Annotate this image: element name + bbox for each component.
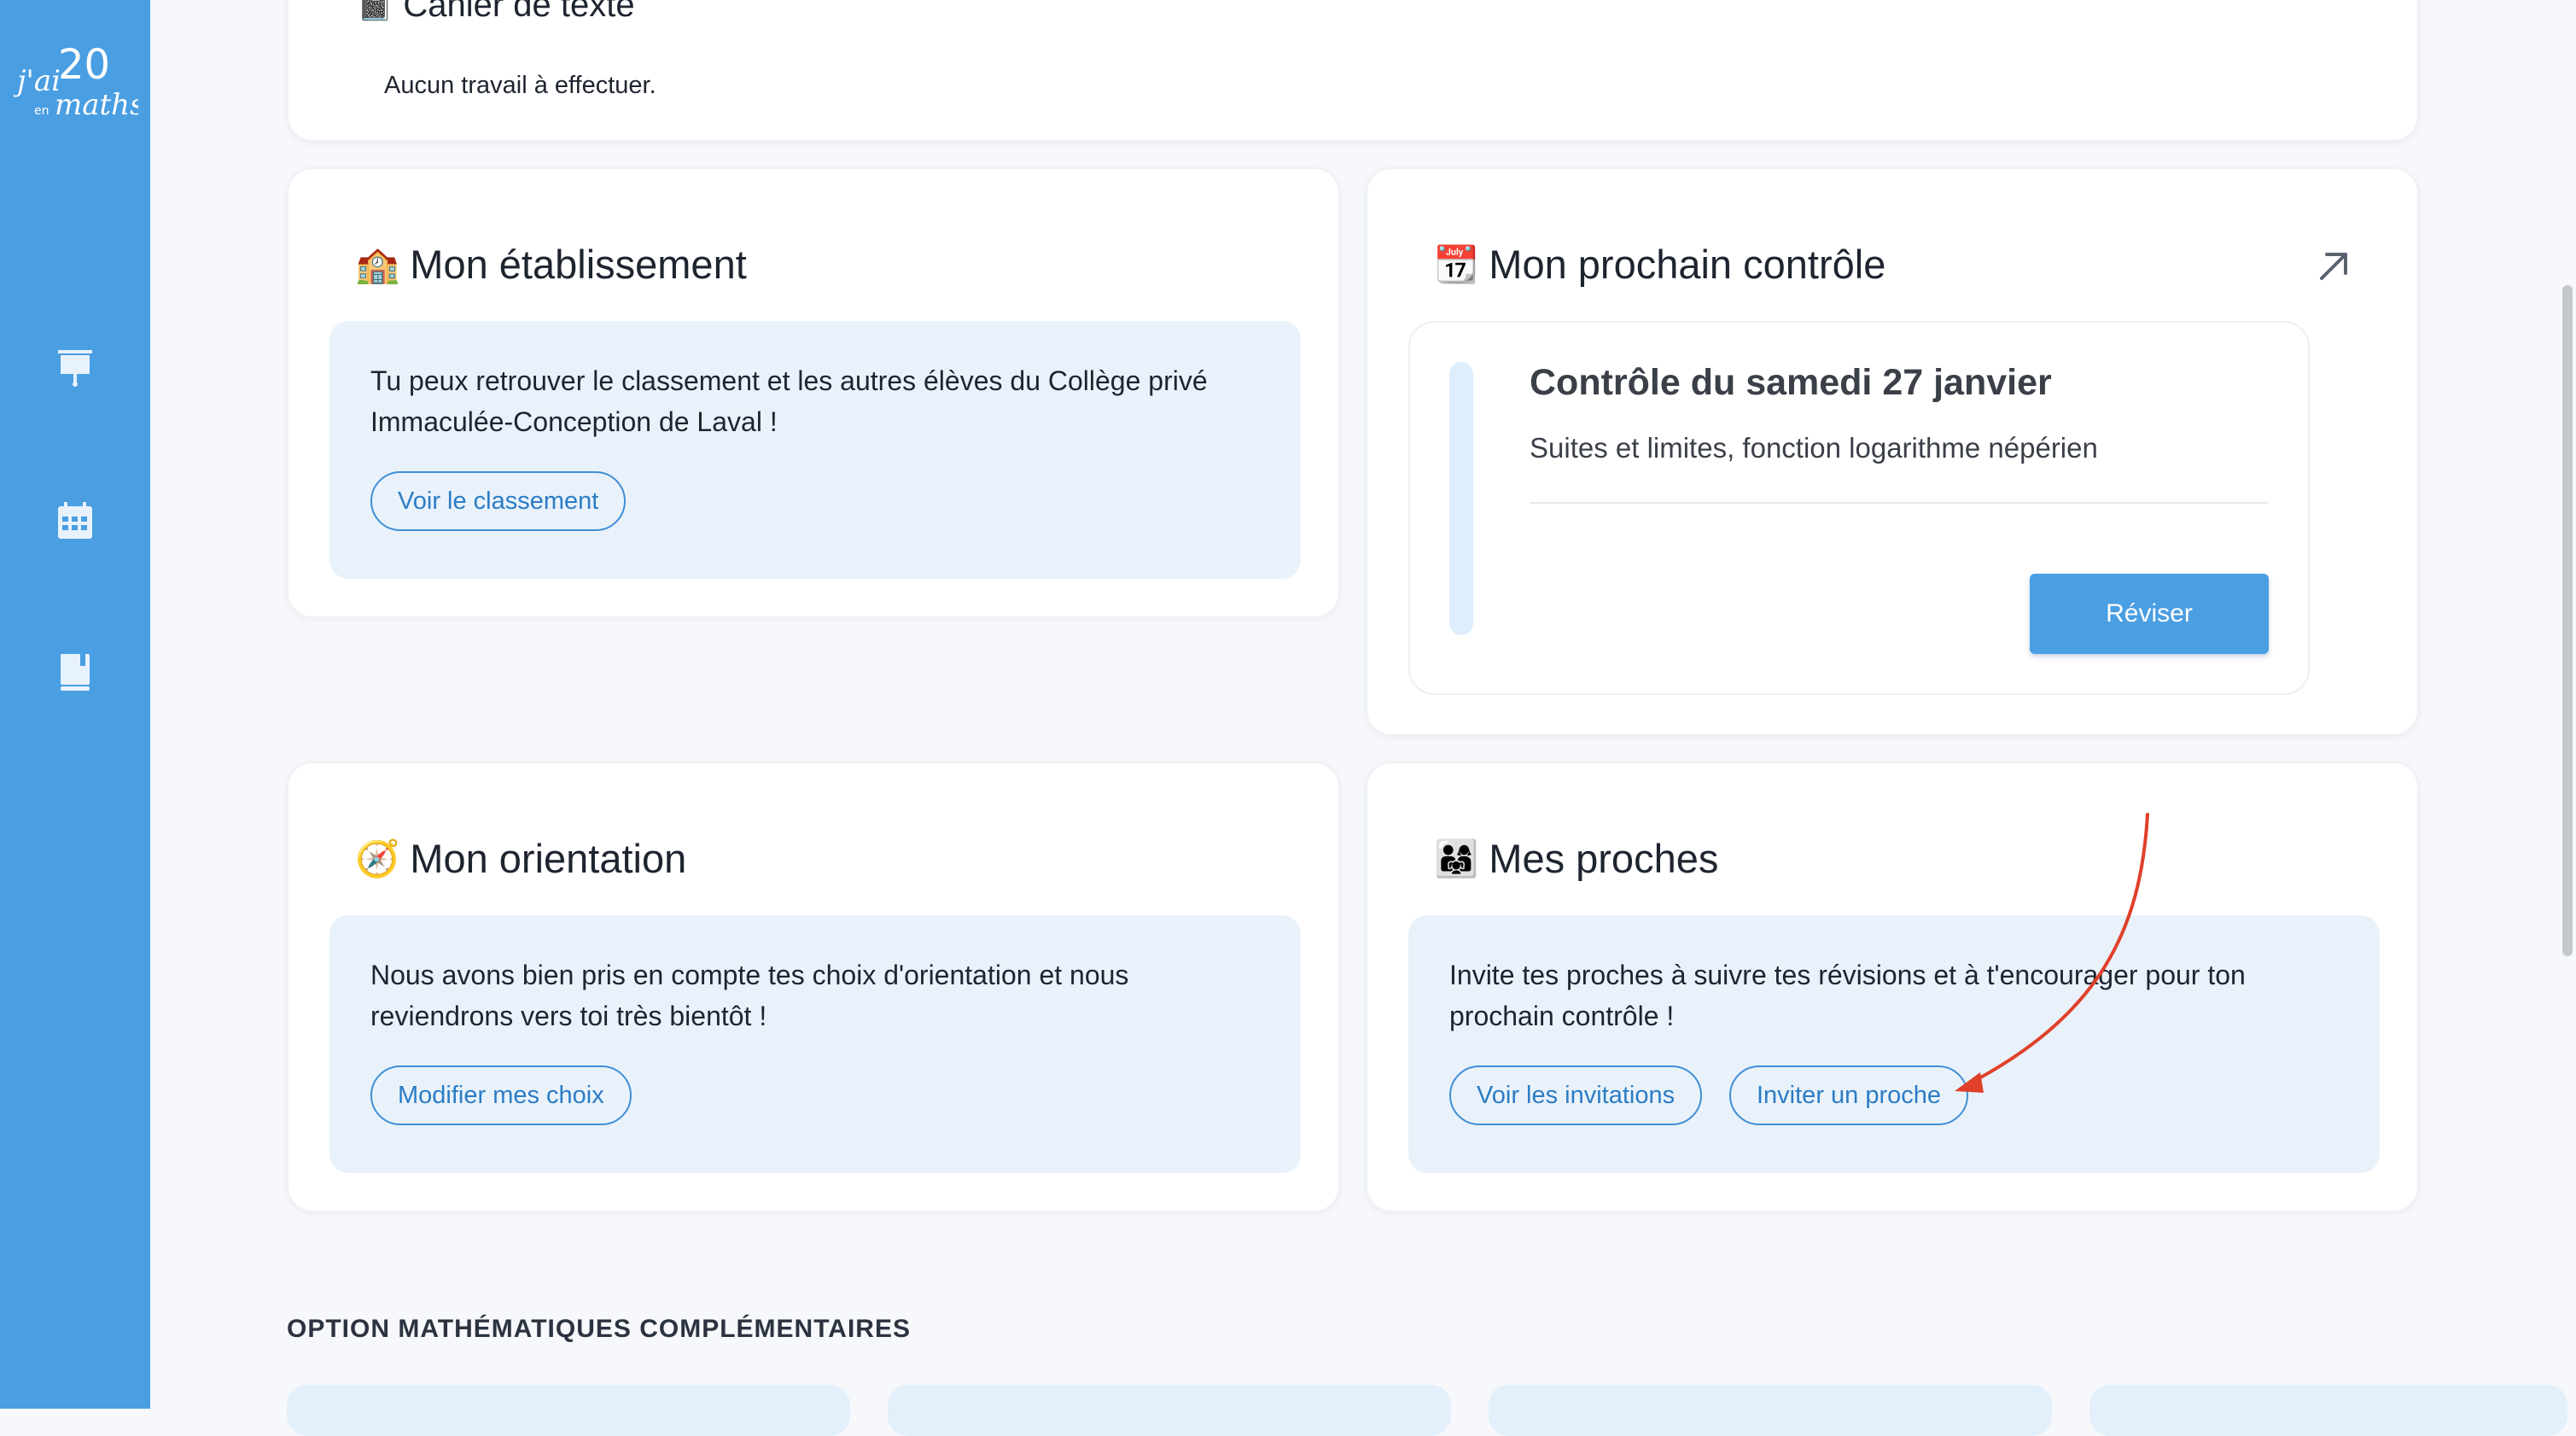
cahier-title-text: Cahier de texte — [403, 0, 635, 24]
orientation-card: 🧭 Mon orientation Nous avons bien pris e… — [287, 762, 1340, 1212]
book-icon[interactable] — [53, 649, 97, 693]
proches-card: 👨‍👩‍👧 Mes proches Invite tes proches à s… — [1366, 762, 2419, 1212]
calendar-emoji-icon: 📆 — [1434, 243, 1479, 284]
modifier-choix-button[interactable]: Modifier mes choix — [370, 1065, 632, 1125]
svg-text:j'ai: j'ai — [14, 64, 61, 98]
etablissement-panel: Tu peux retrouver le classement et les a… — [329, 321, 1301, 579]
svg-text:maths: maths — [55, 88, 138, 122]
cahier-de-texte-card: 📓 Cahier de texte Aucun travail à effect… — [287, 0, 2419, 142]
voir-classement-button[interactable]: Voir le classement — [370, 471, 627, 531]
orientation-title: 🧭 Mon orientation — [355, 835, 686, 882]
notebook-icon: 📓 — [357, 0, 393, 22]
cahier-message: Aucun travail à effectuer. — [384, 72, 656, 99]
app-logo[interactable]: j'ai 20 en maths — [11, 39, 145, 125]
orientation-text: Nous avons bien pris en compte tes choix… — [370, 960, 1129, 1031]
inviter-proche-button[interactable]: Inviter un proche — [1729, 1065, 1969, 1125]
svg-text:en: en — [34, 104, 50, 118]
orientation-panel: Nous avons bien pris en compte tes choix… — [329, 915, 1301, 1173]
annotation-arrow — [1955, 813, 2149, 1093]
calendar-icon[interactable] — [53, 499, 97, 543]
proches-panel: Invite tes proches à suivre tes révision… — [1408, 915, 2380, 1173]
controle-subtitle: Suites et limites, fonction logarithme n… — [1530, 432, 2098, 464]
reviser-button[interactable]: Réviser — [2030, 574, 2269, 654]
presentation-board-icon[interactable] — [53, 345, 97, 389]
prochain-controle-card: 📆 Mon prochain contrôle Contrôle du same… — [1366, 167, 2419, 736]
family-icon: 👨‍👩‍👧 — [1434, 838, 1479, 879]
proches-title-text: Mes proches — [1489, 836, 1719, 881]
sidebar: j'ai 20 en maths — [0, 0, 150, 1409]
controle-title: 📆 Mon prochain contrôle — [1434, 241, 1885, 288]
etablissement-title: 🏫 Mon établissement — [355, 241, 747, 288]
proches-title: 👨‍👩‍👧 Mes proches — [1434, 835, 1718, 882]
arrow-up-right-icon[interactable] — [2315, 248, 2352, 285]
svg-text:20: 20 — [58, 41, 110, 89]
school-icon: 🏫 — [355, 243, 400, 284]
compass-icon: 🧭 — [355, 838, 400, 879]
option-card-1[interactable] — [287, 1385, 850, 1436]
voir-invitations-button[interactable]: Voir les invitations — [1449, 1065, 1703, 1125]
controle-heading: Contrôle du samedi 27 janvier — [1530, 362, 2052, 403]
logo-graphic: j'ai 20 en maths — [11, 41, 145, 122]
divider — [1530, 502, 2269, 504]
controle-detail-box: Contrôle du samedi 27 janvier Suites et … — [1408, 321, 2310, 695]
scrollbar[interactable] — [2562, 285, 2573, 956]
controle-title-text: Mon prochain contrôle — [1489, 242, 1886, 287]
option-card-3[interactable] — [1489, 1385, 2052, 1436]
option-card-2[interactable] — [888, 1385, 1451, 1436]
controle-accent-bar — [1449, 362, 1473, 635]
option-card-4[interactable] — [2089, 1385, 2567, 1436]
orientation-title-text: Mon orientation — [410, 836, 687, 881]
cahier-title: 📓 Cahier de texte — [357, 0, 635, 25]
etablissement-text: Tu peux retrouver le classement et les a… — [370, 365, 1208, 437]
etablissement-card: 🏫 Mon établissement Tu peux retrouver le… — [287, 167, 1340, 618]
etablissement-title-text: Mon établissement — [410, 242, 747, 287]
section-heading: OPTION MATHÉMATIQUES COMPLÉMENTAIRES — [287, 1315, 911, 1343]
proches-text: Invite tes proches à suivre tes révision… — [1449, 960, 2246, 1031]
